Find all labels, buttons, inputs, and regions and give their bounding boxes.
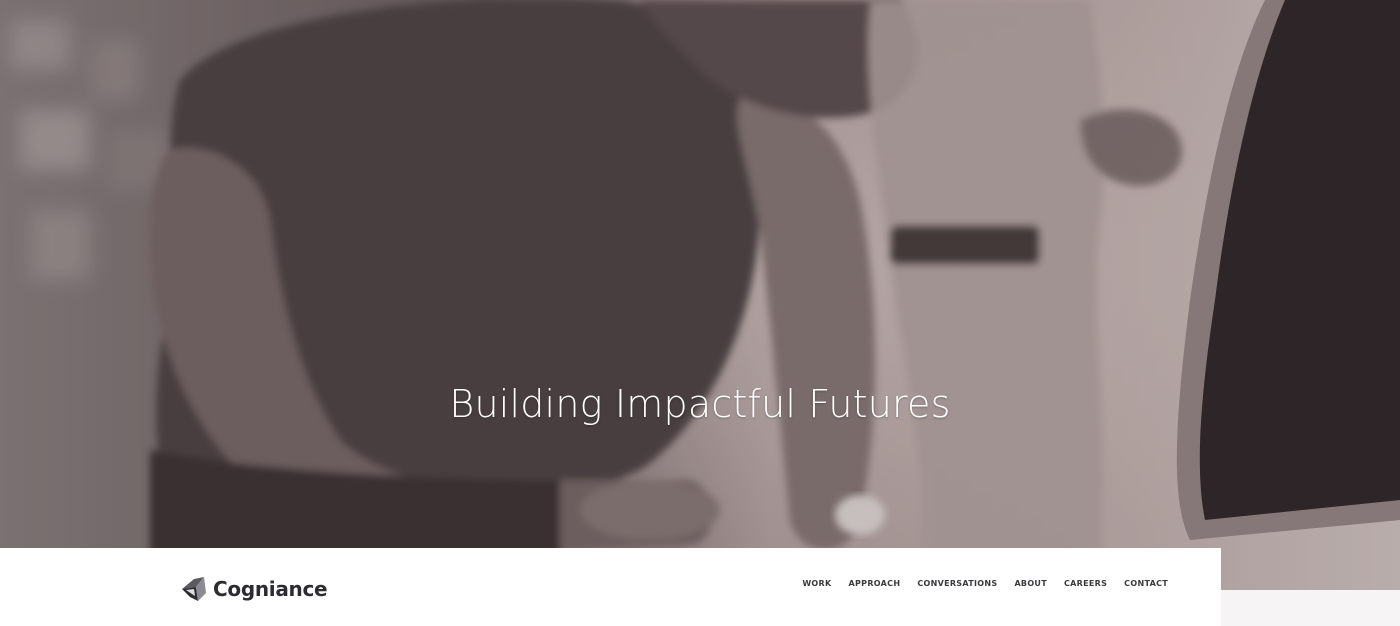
nav-link-contact[interactable]: CONTACT <box>1124 579 1168 588</box>
site-navbar: Cogniance WORK APPROACH CONVERSATIONS AB… <box>0 548 1221 626</box>
brand-logo-link[interactable]: Cogniance <box>180 574 328 604</box>
nav-link-about[interactable]: ABOUT <box>1014 579 1047 588</box>
nav-link-approach[interactable]: APPROACH <box>849 579 901 588</box>
hero-banner: Building Impactful Futures <box>0 0 1400 590</box>
nav-link-conversations[interactable]: CONVERSATIONS <box>917 579 997 588</box>
nav-link-work[interactable]: WORK <box>802 579 831 588</box>
brand-name: Cogniance <box>213 577 328 601</box>
hero-background-image <box>0 0 1400 590</box>
nav-link-careers[interactable]: CAREERS <box>1064 579 1107 588</box>
main-nav: WORK APPROACH CONVERSATIONS ABOUT CAREER… <box>785 579 1168 588</box>
cogniance-logo-icon <box>182 577 206 601</box>
hero-headline: Building Impactful Futures <box>449 382 951 426</box>
background-strip <box>1221 590 1400 626</box>
